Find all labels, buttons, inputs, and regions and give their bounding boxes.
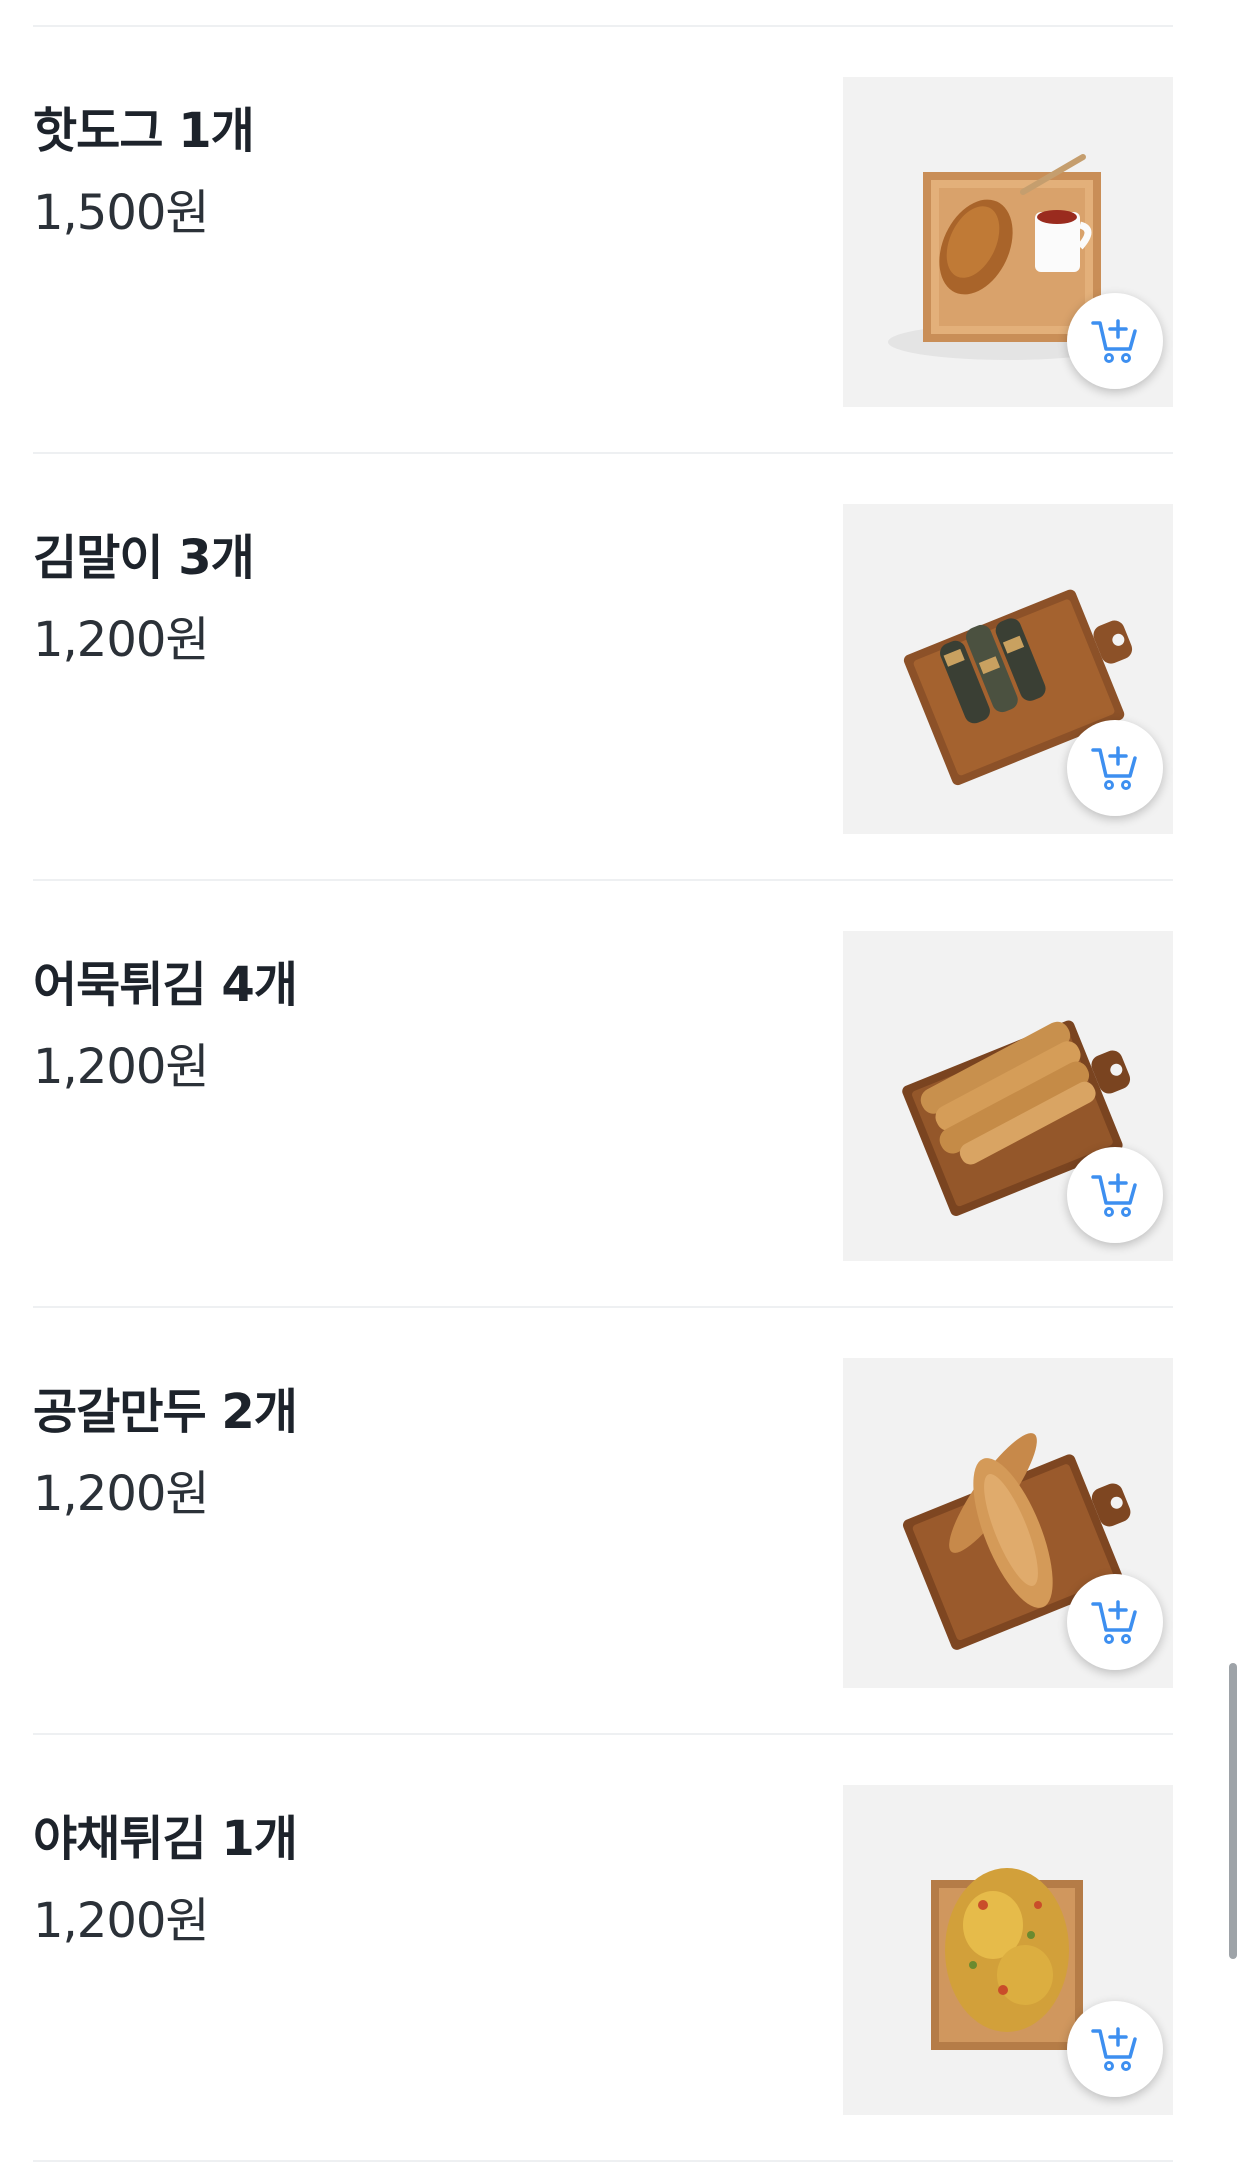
add-to-cart-icon [1091, 746, 1137, 790]
item-name: 공갈만두 2개 [33, 1384, 298, 1440]
scrollbar-thumb[interactable] [1229, 1663, 1237, 1959]
item-price: 1,200원 [33, 612, 210, 668]
menu-item-hollow-dumpling[interactable]: 공갈만두 2개 1,200원 [33, 1308, 1173, 1735]
item-name: 야채튀김 1개 [33, 1811, 298, 1867]
add-to-cart-button-fishcake-fritter[interactable] [1067, 1147, 1163, 1243]
add-to-cart-button-vegetable-fritter[interactable] [1067, 2001, 1163, 2097]
menu-item-fishcake-fritter[interactable]: 어묵튀김 4개 1,200원 [33, 881, 1173, 1308]
add-to-cart-button-gimmari[interactable] [1067, 720, 1163, 816]
item-name: 핫도그 1개 [33, 103, 255, 159]
item-price: 1,500원 [33, 185, 210, 241]
add-to-cart-icon [1091, 1173, 1137, 1217]
add-to-cart-button-hollow-dumpling[interactable] [1067, 1574, 1163, 1670]
item-name: 어묵튀김 4개 [33, 957, 298, 1013]
add-to-cart-button-hotdog[interactable] [1067, 293, 1163, 389]
menu-item-gimmari[interactable]: 김말이 3개 1,200원 [33, 454, 1173, 881]
menu-item-hotdog[interactable]: 핫도그 1개 1,500원 [33, 27, 1173, 454]
add-to-cart-icon [1091, 319, 1137, 363]
menu-item-vegetable-fritter[interactable]: 야채튀김 1개 1,200원 [33, 1735, 1173, 2162]
add-to-cart-icon [1091, 1600, 1137, 1644]
item-name: 김말이 3개 [33, 530, 255, 586]
item-price: 1,200원 [33, 1039, 210, 1095]
add-to-cart-icon [1091, 2027, 1137, 2071]
item-price: 1,200원 [33, 1466, 210, 1522]
item-price: 1,200원 [33, 1893, 210, 1949]
